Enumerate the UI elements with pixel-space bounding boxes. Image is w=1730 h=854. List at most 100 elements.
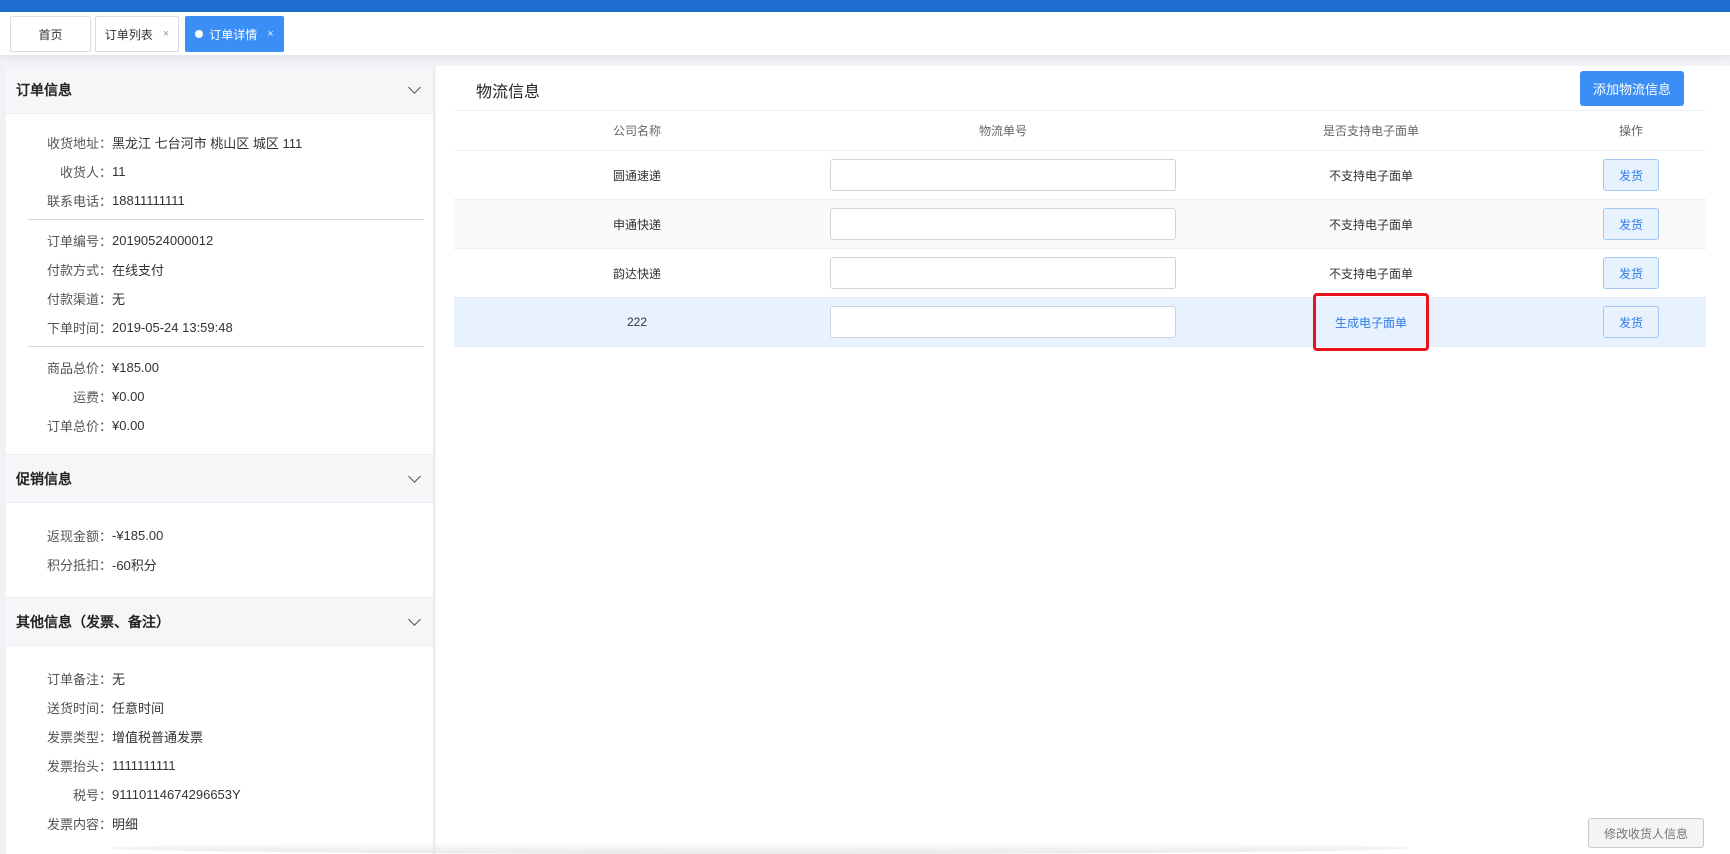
field-label: 联系电话： <box>46 194 112 209</box>
esupport-cell: 生成电子面单 <box>1186 293 1556 351</box>
field-value: -60积分 <box>112 558 157 573</box>
field-label: 下单时间： <box>46 321 112 336</box>
field-label: 积分抵扣： <box>46 558 112 573</box>
field-value: 20190524000012 <box>112 233 214 248</box>
tab-home[interactable]: 首页 <box>10 16 91 52</box>
info-row: 付款渠道：无 <box>20 284 419 313</box>
company-name: 圆通速递 <box>612 168 661 183</box>
field-value: ¥185.00 <box>112 360 159 375</box>
close-icon[interactable]: × <box>163 28 169 40</box>
field-value: 无 <box>112 292 126 307</box>
info-row: 送货时间： 任意时间 <box>20 693 419 722</box>
info-row: 联系电话： 18811111111 <box>20 186 419 215</box>
esupport-status: 不支持电子面单 <box>1328 266 1413 281</box>
info-row: 下单时间： 2019-05-24 13:59:48 <box>20 313 419 342</box>
info-row: 发票内容： 明细 <box>20 809 419 838</box>
ship-button[interactable]: 发货 <box>1603 257 1659 289</box>
tab-order-list[interactable]: 订单列表 × <box>95 16 179 52</box>
field-label: 发票类型： <box>46 730 112 745</box>
tracking-cell <box>820 306 1186 338</box>
tracking-number-input[interactable] <box>830 257 1176 289</box>
field-value: 黑龙江 七台河市 桃山区 城区 111 <box>112 136 303 151</box>
field-value: 11 <box>112 164 126 179</box>
field-label: 订单备注： <box>46 672 112 687</box>
info-row: 订单总价： ¥0.00 <box>20 411 419 440</box>
action-cell: 发货 <box>1556 306 1706 338</box>
generate-e-waybill-link[interactable]: 生成电子面单 <box>1313 293 1429 351</box>
tab-label: 订单详情 <box>209 27 258 42</box>
field-label: 发票内容： <box>46 817 112 832</box>
esupport-status: 不支持电子面单 <box>1328 168 1413 183</box>
order-detail-panel: 订单信息 收货地址： 黑龙江 七台河市 桃山区 城区 111 收货人： 11 联系电… <box>6 66 434 854</box>
tracking-cell <box>820 257 1186 289</box>
info-row: 税号： 91110114674296653Y <box>20 780 419 809</box>
promo-info-header[interactable]: 促销信息 <box>6 455 433 503</box>
field-label: 订单编号： <box>46 234 112 249</box>
order-info-body: 收货地址： 黑龙江 七台河市 桃山区 城区 111 收货人： 11 联系电话： 188… <box>6 114 433 455</box>
action-cell: 发货 <box>1556 208 1706 240</box>
field-value: 增值税普通发票 <box>112 730 204 745</box>
info-row: 发票抬头： 1111111111 <box>20 751 419 780</box>
info-row: 付款方式： 在线支付 <box>20 255 419 284</box>
column-header: 是否支持电子面单 <box>1322 124 1419 138</box>
field-value: 1111111111 <box>112 758 176 773</box>
tracking-number-input[interactable] <box>830 159 1176 191</box>
ship-button[interactable]: 发货 <box>1603 208 1659 240</box>
field-value: ¥0.00 <box>112 389 145 404</box>
column-header: 物流单号 <box>978 124 1027 138</box>
table-row: 圆通速递 不支持电子面单 发货 <box>454 151 1706 200</box>
field-label: 送货时间： <box>46 701 112 716</box>
field-label: 税号： <box>72 788 112 803</box>
field-value: 2019-05-24 13:59:48 <box>112 320 233 335</box>
chevron-down-icon[interactable] <box>408 613 421 626</box>
column-header: 操作 <box>1618 124 1643 138</box>
field-value: 任意时间 <box>112 701 165 716</box>
top-header-bar <box>0 0 1730 12</box>
info-row: 发票类型： 增值税普通发票 <box>20 722 419 751</box>
order-info-header[interactable]: 订单信息 <box>6 66 433 114</box>
section-title: 促销信息 <box>16 470 72 487</box>
column-header: 公司名称 <box>612 124 661 138</box>
logistics-table: 公司名称 物流单号 是否支持电子面单 操作 圆通速递 不支持电子面单 发货 申通… <box>454 110 1706 351</box>
active-dot-icon <box>195 30 204 38</box>
edit-receiver-button[interactable]: 修改收货人信息 <box>1588 818 1704 848</box>
tracking-number-input[interactable] <box>830 208 1176 240</box>
info-row: 积分抵扣： -60积分 <box>20 550 419 579</box>
field-value: ¥0.00 <box>112 418 145 433</box>
company-name: 申通快递 <box>612 217 661 232</box>
tab-label: 订单列表 <box>104 27 153 42</box>
table-header: 公司名称 物流单号 是否支持电子面单 操作 <box>454 111 1706 151</box>
table-row: 韵达快递 不支持电子面单 发货 <box>454 249 1706 298</box>
table-row: 申通快递 不支持电子面单 发货 <box>454 200 1706 249</box>
tab-label: 首页 <box>38 27 63 42</box>
info-row: 商品总价： ¥185.00 <box>20 353 419 382</box>
tracking-number-input[interactable] <box>830 306 1176 338</box>
table-row: 222 生成电子面单 发货 <box>454 293 1706 351</box>
ship-button[interactable]: 发货 <box>1603 306 1659 338</box>
section-title: 其他信息（发票、备注） <box>16 613 170 630</box>
esupport-status: 不支持电子面单 <box>1328 217 1413 232</box>
field-value: 18811111111 <box>112 193 185 208</box>
section-title: 订单信息 <box>16 81 72 98</box>
other-info-body: 订单备注：无 送货时间： 任意时间 发票类型： 增值税普通发票 发票抬头： 11111… <box>6 646 433 852</box>
chevron-down-icon[interactable] <box>408 470 421 483</box>
promo-info-body: 返现金额： -¥185.00 积分抵扣： -60积分 <box>6 503 433 598</box>
add-logistics-button[interactable]: 添加物流信息 <box>1580 71 1684 106</box>
field-label: 收货人： <box>59 165 112 180</box>
field-value: 91110114674296653Y <box>112 787 241 802</box>
close-icon[interactable]: × <box>267 28 273 40</box>
info-row: 收货人： 11 <box>20 157 419 186</box>
field-label: 付款渠道： <box>46 292 112 307</box>
logistics-title: 物流信息 <box>476 84 541 101</box>
field-label: 发票抬头： <box>46 759 112 774</box>
ship-button[interactable]: 发货 <box>1603 159 1659 191</box>
field-label: 付款方式： <box>46 263 112 278</box>
other-info-header[interactable]: 其他信息（发票、备注） <box>6 598 433 646</box>
field-label: 运费： <box>72 390 112 405</box>
field-label: 订单总价： <box>46 419 112 434</box>
info-row: 订单编号： 20190524000012 <box>20 226 419 255</box>
divider <box>28 219 424 220</box>
tab-order-detail[interactable]: 订单详情 × <box>185 16 284 52</box>
field-label: 返现金额： <box>46 529 112 544</box>
chevron-down-icon[interactable] <box>408 81 421 94</box>
